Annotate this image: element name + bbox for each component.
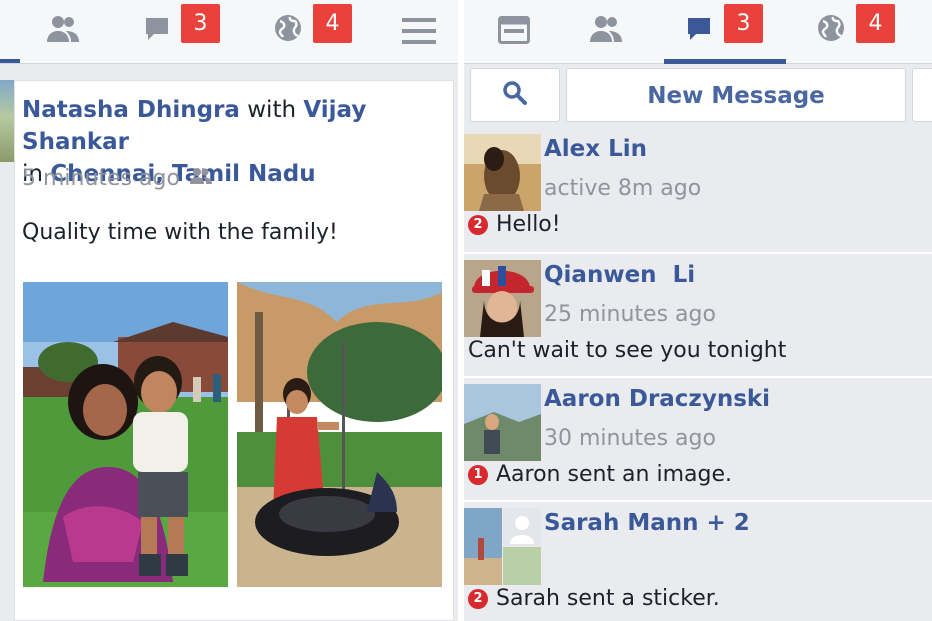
post-author-link[interactable]: Natasha Dhingra bbox=[22, 97, 240, 123]
messages-top-bar: 3 4 bbox=[464, 0, 932, 64]
conversation-name: Sarah Mann + 2 bbox=[544, 510, 750, 536]
friend-requests-icon[interactable] bbox=[589, 14, 623, 48]
conversation-message: Sarah sent a sticker. bbox=[496, 586, 720, 611]
conversation-time: active 8m ago bbox=[544, 176, 702, 201]
globe-icon[interactable] bbox=[817, 14, 845, 46]
messages-badge: 3 bbox=[181, 4, 220, 43]
conversation-preview: 1 Aaron sent an image. bbox=[468, 462, 732, 487]
conversation-preview: 2 Sarah sent a sticker. bbox=[468, 586, 720, 611]
feed-top-bar: 3 4 bbox=[0, 0, 460, 64]
conversation-message: Can't wait to see you tonight bbox=[468, 338, 787, 363]
conversation-item[interactable]: Qianwen Li 25 minutes ago Can't wait to … bbox=[464, 252, 932, 376]
globe-icon[interactable] bbox=[274, 14, 302, 46]
avatar bbox=[464, 384, 541, 461]
browser-icon[interactable] bbox=[498, 16, 530, 48]
conversation-name: Qianwen Li bbox=[544, 262, 696, 288]
unread-count-badge: 2 bbox=[468, 214, 488, 235]
messages-icon[interactable] bbox=[144, 16, 170, 46]
active-tab-indicator bbox=[664, 59, 786, 64]
notifications-badge: 4 bbox=[313, 4, 352, 43]
active-tab-indicator bbox=[0, 59, 20, 63]
post-meta: 5 minutes ago bbox=[22, 166, 212, 191]
conversation-item[interactable]: Sarah Mann + 2 2 Sarah sent a sticker. bbox=[464, 500, 932, 621]
menu-icon[interactable] bbox=[402, 18, 436, 48]
conversation-name: Aaron Draczynski bbox=[544, 386, 771, 412]
messages-panel: 3 4 New Message Alex Lin active 8m ago 2… bbox=[464, 0, 932, 621]
messages-badge: 3 bbox=[724, 4, 763, 43]
with-text: with bbox=[247, 97, 297, 123]
conversation-name: Alex Lin bbox=[544, 136, 648, 162]
conversation-time: 30 minutes ago bbox=[544, 426, 716, 451]
previous-post-thumbnail[interactable] bbox=[0, 80, 14, 162]
post-photo-mother-child[interactable] bbox=[23, 282, 228, 587]
conversation-message: Hello! bbox=[496, 212, 561, 237]
news-feed-panel: 3 4 Natasha Dhingra with Vijay Shankar i… bbox=[0, 0, 460, 621]
search-icon bbox=[502, 80, 528, 110]
conversation-preview: Can't wait to see you tonight bbox=[468, 338, 786, 363]
messages-icon[interactable] bbox=[686, 16, 712, 46]
conversation-time: 25 minutes ago bbox=[544, 302, 716, 327]
avatar bbox=[464, 508, 541, 585]
new-message-button[interactable]: New Message bbox=[566, 68, 906, 122]
avatar bbox=[464, 134, 541, 211]
friend-requests-icon[interactable] bbox=[46, 14, 80, 48]
conversation-preview: 2 Hello! bbox=[468, 212, 561, 237]
overflow-button[interactable] bbox=[912, 68, 932, 122]
post-photo-tire-swing[interactable] bbox=[237, 282, 442, 587]
friends-icon bbox=[189, 166, 212, 191]
unread-count-badge: 1 bbox=[468, 464, 488, 485]
conversation-item[interactable]: Alex Lin active 8m ago 2 Hello! bbox=[464, 128, 932, 252]
post-text: Quality time with the family! bbox=[22, 220, 338, 245]
search-button[interactable] bbox=[470, 68, 560, 122]
avatar bbox=[464, 260, 541, 337]
unread-count-badge: 2 bbox=[468, 588, 488, 609]
post-timestamp[interactable]: 5 minutes ago bbox=[22, 166, 180, 191]
conversation-item[interactable]: Aaron Draczynski 30 minutes ago 1 Aaron … bbox=[464, 376, 932, 500]
conversation-message: Aaron sent an image. bbox=[496, 462, 732, 487]
notifications-badge: 4 bbox=[856, 4, 895, 43]
